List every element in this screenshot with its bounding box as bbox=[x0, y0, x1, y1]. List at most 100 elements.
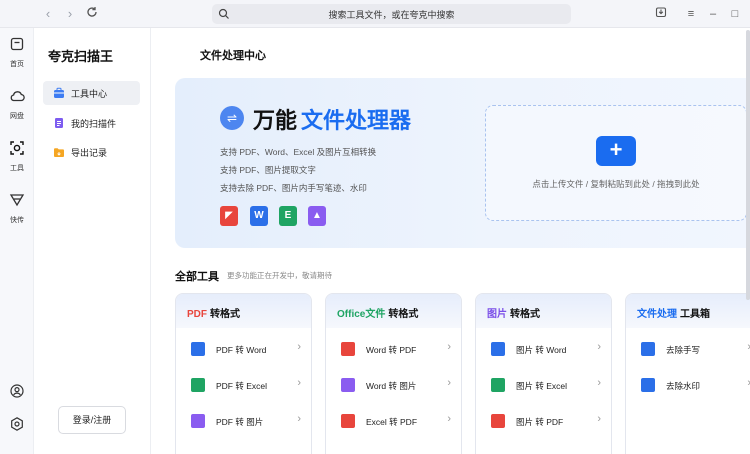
upload-dropzone[interactable]: + 点击上传文件 / 复制粘贴到此处 / 拖拽到此处 bbox=[485, 105, 747, 221]
home-icon bbox=[10, 37, 24, 51]
scrollbar[interactable] bbox=[746, 30, 750, 300]
tool-card-title: 转格式 bbox=[510, 309, 540, 320]
tool-item[interactable]: 去除手写› bbox=[626, 338, 750, 360]
download-icon[interactable] bbox=[653, 6, 669, 22]
gear-icon bbox=[11, 417, 23, 431]
upload-plus-button[interactable]: + bbox=[596, 136, 636, 166]
tool-card-category: 图片 bbox=[487, 309, 507, 320]
tool-item[interactable]: 图片 转 Word › bbox=[476, 338, 611, 360]
pdf-icon: ◤ bbox=[220, 206, 238, 226]
tool-card-header: Office文件 转格式 bbox=[326, 294, 461, 328]
chevron-right-icon: › bbox=[597, 413, 601, 425]
hero-banner: ⇌ 万能 文件处理器 支持 PDF、Word、Excel 及图片互相转换 支持 … bbox=[175, 78, 750, 248]
rail-item-cloud[interactable]: 网盘 bbox=[0, 88, 34, 121]
tool-item[interactable]: Word 转 图片 › bbox=[326, 374, 461, 396]
tool-item-icon bbox=[191, 378, 205, 392]
hero-feature-line: 支持去除 PDF、图片内手写笔迹、水印 bbox=[220, 183, 367, 193]
tool-item[interactable]: 图片 转 PDF › bbox=[476, 410, 611, 432]
upload-hint: 点击上传文件 / 复制粘贴到此处 / 拖拽到此处 bbox=[532, 179, 700, 189]
chevron-right-icon: › bbox=[297, 377, 301, 389]
hero-feature-line: 支持 PDF、图片提取文字 bbox=[220, 165, 316, 175]
rail-item-account[interactable] bbox=[0, 383, 34, 404]
tool-card-category: 文件处理 bbox=[637, 309, 677, 320]
tool-card: 图片 转格式 图片 转 Word › 图片 转 Excel › 图片 转 PDF › bbox=[475, 293, 612, 454]
tool-item-label: PDF 转 Word bbox=[216, 345, 267, 355]
hero-feature-line: 支持 PDF、Word、Excel 及图片互相转换 bbox=[220, 147, 377, 157]
hero-title-highlight: 文件处理器 bbox=[301, 108, 412, 133]
scan-icon bbox=[10, 141, 24, 155]
tool-card: PDF 转格式 PDF 转 Word › PDF 转 Excel › PDF 转 图片 › bbox=[175, 293, 312, 454]
tool-item-label: PDF 转 Excel bbox=[216, 381, 268, 391]
sidebar-item-tool-center[interactable]: 工具中心 bbox=[43, 81, 140, 105]
cloud-icon bbox=[10, 91, 25, 102]
tool-item-label: Excel 转 PDF bbox=[366, 417, 418, 427]
image-icon: ▲ bbox=[308, 206, 326, 226]
tool-card-header: PDF 转格式 bbox=[176, 294, 311, 328]
chevron-right-icon: › bbox=[297, 413, 301, 425]
send-icon bbox=[9, 194, 25, 207]
login-button[interactable]: 登录/注册 bbox=[58, 406, 126, 434]
refresh-icon[interactable] bbox=[84, 6, 100, 22]
tool-item-label: 去除手写 bbox=[666, 345, 701, 355]
word-icon: W bbox=[250, 206, 268, 226]
tool-item[interactable]: PDF 转 图片 › bbox=[176, 410, 311, 432]
back-icon[interactable]: ‹ bbox=[40, 6, 56, 22]
excel-icon: E bbox=[279, 206, 297, 226]
tool-card-title: 转格式 bbox=[388, 309, 419, 320]
maximize-icon[interactable]: □ bbox=[727, 6, 743, 22]
convert-icon: ⇌ bbox=[220, 106, 244, 130]
title-bar: ‹ › 搜索工具文件，或在夸克中搜索 ≡ – □ × bbox=[0, 0, 750, 28]
main-content: 文件处理中心 ⇌ 万能 文件处理器 支持 PDF、Word、Excel 及图片互… bbox=[151, 28, 750, 454]
folder-icon bbox=[54, 148, 64, 157]
toolbox-icon bbox=[54, 87, 64, 98]
tool-item[interactable]: 图片 转 Excel › bbox=[476, 374, 611, 396]
menu-icon[interactable]: ≡ bbox=[683, 6, 699, 22]
rail-item-home[interactable]: 首页 bbox=[0, 36, 34, 69]
tool-item-icon bbox=[341, 378, 355, 392]
chevron-right-icon: › bbox=[297, 341, 301, 353]
page-title: 文件处理中心 bbox=[200, 50, 266, 62]
chevron-right-icon: › bbox=[447, 377, 451, 389]
sidebar: 夸克扫描王 工具中心 我的扫描件 导出记录 登录/注册 bbox=[34, 28, 151, 454]
sidebar-item-my-scans[interactable]: 我的扫描件 bbox=[43, 111, 140, 135]
tool-item-label: Word 转 图片 bbox=[366, 381, 417, 391]
tool-item-icon bbox=[641, 342, 655, 356]
tool-card-header: 文件处理 工具箱 bbox=[626, 294, 750, 328]
tool-item[interactable]: PDF 转 Excel › bbox=[176, 374, 311, 396]
rail-item-settings[interactable] bbox=[0, 416, 34, 437]
tool-item-label: 去除水印 bbox=[666, 381, 701, 391]
minimize-icon[interactable]: – bbox=[705, 6, 721, 22]
tool-item-label: 图片 转 Excel bbox=[516, 381, 568, 391]
tool-item[interactable]: Word 转 PDF › bbox=[326, 338, 461, 360]
chevron-right-icon: › bbox=[597, 341, 601, 353]
search-input[interactable]: 搜索工具文件，或在夸克中搜索 bbox=[212, 4, 571, 24]
tool-card: Office文件 转格式 Word 转 PDF › Word 转 图片 › Excel 转 … bbox=[325, 293, 462, 454]
sidebar-item-export-records[interactable]: 导出记录 bbox=[43, 140, 140, 164]
chevron-right-icon: › bbox=[447, 341, 451, 353]
app-brand: 夸克扫描王 bbox=[48, 49, 114, 64]
rail-item-send[interactable]: 快传 bbox=[0, 192, 34, 225]
tool-item[interactable]: Excel 转 PDF › bbox=[326, 410, 461, 432]
tool-item-icon bbox=[491, 342, 505, 356]
hero-title-prefix: 万能 bbox=[253, 108, 298, 133]
user-icon bbox=[10, 384, 24, 398]
tool-card-title: 工具箱 bbox=[680, 309, 710, 320]
tool-card-title: 转格式 bbox=[210, 309, 240, 320]
tool-item-icon bbox=[641, 378, 655, 392]
tool-item-icon bbox=[491, 378, 505, 392]
tool-item-label: Word 转 PDF bbox=[366, 345, 417, 355]
tool-item-icon bbox=[341, 414, 355, 428]
tool-item[interactable]: PDF 转 Word › bbox=[176, 338, 311, 360]
tool-card-header: 图片 转格式 bbox=[476, 294, 611, 328]
tool-item-icon bbox=[191, 342, 205, 356]
tool-card-category: PDF bbox=[187, 309, 207, 320]
section-title: 全部工具 bbox=[175, 271, 219, 283]
tool-item-icon bbox=[341, 342, 355, 356]
tool-item-label: 图片 转 Word bbox=[516, 345, 567, 355]
left-rail: 首页 网盘 工具 快传 bbox=[0, 28, 34, 454]
forward-icon[interactable]: › bbox=[62, 6, 78, 22]
tool-item[interactable]: 去除水印› bbox=[626, 374, 750, 396]
tool-item-icon bbox=[491, 414, 505, 428]
tool-card-category: Office文件 bbox=[337, 309, 386, 320]
rail-item-tools[interactable]: 工具 bbox=[0, 140, 34, 173]
